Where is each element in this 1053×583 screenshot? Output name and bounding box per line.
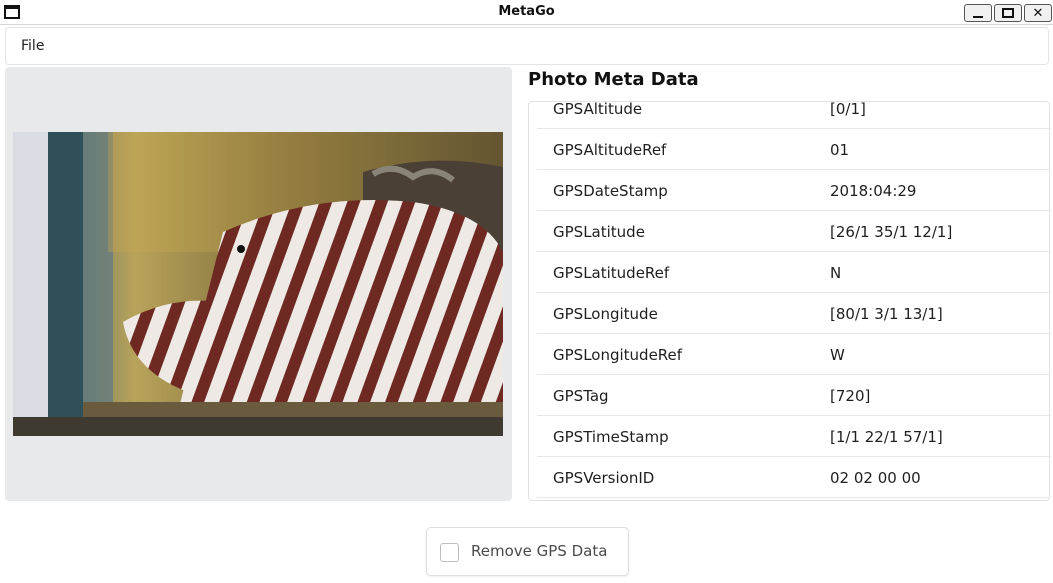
remove-gps-label[interactable]: Remove GPS Data bbox=[471, 542, 607, 560]
meta-key: GPSDateStamp bbox=[553, 182, 668, 200]
meta-key: GPSLongitudeRef bbox=[553, 346, 683, 364]
meta-value: [1/1 22/1 57/1] bbox=[830, 428, 943, 446]
table-row: GPSAltitude [0/1] bbox=[537, 101, 1049, 129]
remove-gps-option[interactable]: Remove GPS Data bbox=[426, 527, 629, 576]
meta-key: GPSLatitude bbox=[553, 223, 645, 241]
meta-value: N bbox=[830, 264, 842, 282]
close-button[interactable]: ✕ bbox=[1024, 4, 1052, 22]
meta-value: 02 02 00 00 bbox=[830, 469, 921, 487]
photo-preview bbox=[13, 132, 503, 436]
meta-key: GPSLongitude bbox=[553, 305, 658, 323]
meta-key: GPSTag bbox=[553, 387, 609, 405]
table-row: GPSVersionID 02 02 00 00 bbox=[537, 457, 1049, 498]
meta-key: GPSVersionID bbox=[553, 469, 655, 487]
image-panel bbox=[5, 67, 512, 501]
maximize-button[interactable] bbox=[994, 4, 1022, 22]
meta-value: [720] bbox=[830, 387, 871, 405]
window-title: MetaGo bbox=[498, 4, 555, 19]
table-row: GPSLatitudeRef N bbox=[537, 252, 1049, 293]
table-row: GPSDateStamp 2018:04:29 bbox=[537, 170, 1049, 211]
meta-key: GPSAltitudeRef bbox=[553, 141, 667, 159]
meta-value: 01 bbox=[830, 141, 850, 159]
meta-value: [26/1 35/1 12/1] bbox=[830, 223, 953, 241]
table-row: GPSLatitude [26/1 35/1 12/1] bbox=[537, 211, 1049, 252]
table-row: GPSLongitude [80/1 3/1 13/1] bbox=[537, 293, 1049, 334]
meta-key: GPSLatitudeRef bbox=[553, 264, 670, 282]
table-row: GPSTag [720] bbox=[537, 375, 1049, 416]
table-row: GPSAltitudeRef 01 bbox=[537, 129, 1049, 170]
minimize-icon bbox=[973, 15, 983, 18]
meta-data-table[interactable]: GPSAltitude [0/1] GPSAltitudeRef 01 GPSD… bbox=[528, 101, 1050, 501]
meta-value: 2018:04:29 bbox=[830, 182, 917, 200]
menu-file[interactable]: File bbox=[21, 38, 44, 54]
table-row: GPSTimeStamp [1/1 22/1 57/1] bbox=[537, 416, 1049, 457]
meta-value: W bbox=[830, 346, 845, 364]
table-row: GPSLongitudeRef W bbox=[537, 334, 1049, 375]
meta-value: [0/1] bbox=[830, 101, 866, 118]
minimize-button[interactable] bbox=[964, 4, 992, 22]
close-icon: ✕ bbox=[1032, 5, 1044, 21]
meta-key: GPSAltitude bbox=[553, 101, 643, 118]
remove-gps-checkbox[interactable] bbox=[440, 543, 459, 562]
menu-bar: File bbox=[5, 27, 1049, 65]
maximize-icon bbox=[1002, 8, 1014, 18]
meta-key: GPSTimeStamp bbox=[553, 428, 669, 446]
meta-value: [80/1 3/1 13/1] bbox=[830, 305, 943, 323]
meta-data-title: Photo Meta Data bbox=[528, 69, 699, 90]
title-bar: MetaGo ✕ bbox=[0, 0, 1053, 25]
